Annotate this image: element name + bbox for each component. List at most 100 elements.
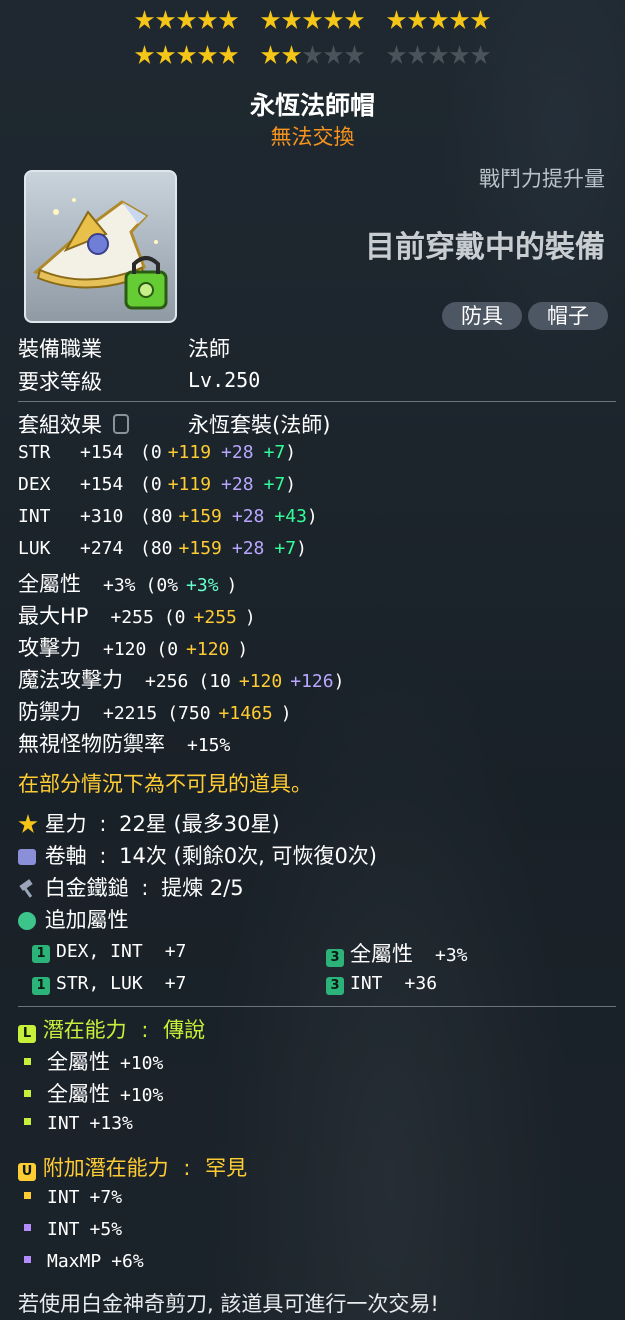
star-force-star-icon [197, 45, 218, 64]
separator: : [183, 1156, 191, 1180]
stat-total: +310 [80, 506, 124, 527]
bonus-stat-value: +7 [164, 973, 187, 994]
stat-base: (0 [140, 474, 162, 495]
requirement-job-value: 法師 [188, 337, 230, 361]
stat-row: 最大HP +255 (0 +255) [18, 600, 256, 630]
stat-total: +120 [103, 639, 147, 660]
star-group [260, 45, 365, 75]
separator: : [99, 812, 107, 836]
stat-base: (0 [163, 607, 186, 628]
stat-row: 攻擊力 +120 (0 +120) [18, 632, 248, 662]
stat-name: 魔法攻擊力 [18, 668, 123, 692]
potential-value: +10% [120, 1085, 164, 1106]
bonus-stat-name: STR, LUK [56, 973, 143, 994]
potential-value: +5% [89, 1219, 123, 1240]
star-force-star-icon [344, 10, 365, 29]
stat-row: 無視怪物防禦率 +15% [18, 728, 248, 758]
star-force-row-1 [0, 10, 625, 40]
bullet-icon [24, 1256, 31, 1263]
divider [18, 401, 616, 402]
stat-base: (80 [140, 506, 173, 527]
stat-base: (750 [167, 703, 211, 724]
stat-extra: +255 [193, 607, 237, 628]
potential-stat: INT [47, 1187, 80, 1208]
potential-line: INT +7% [24, 1184, 122, 1208]
bullet-icon [24, 1224, 31, 1231]
potential-stat: 全屬性 [47, 1050, 110, 1074]
set-effect-value: 永恆套裝(法師) [188, 413, 331, 437]
stat-row: 全屬性 +3% (0% +3%) [18, 568, 237, 598]
star-force-star-icon [176, 45, 197, 64]
stat-name: STR [18, 442, 51, 463]
legendary-badge-icon: L [18, 1025, 36, 1043]
scroll-label: 卷軸 [44, 844, 87, 868]
star-group [134, 45, 239, 75]
star-force-info: 星力 : 22星 (最多30星) [18, 808, 280, 838]
currently-equipped-label: 目前穿戴中的裝備 [365, 230, 605, 265]
potential-header: L 潛在能力 : 傳說 [18, 1014, 205, 1044]
stat-close: ) [237, 639, 249, 660]
stat-extra: +120 [186, 639, 230, 660]
stat-total: +2215 [103, 703, 158, 724]
stat-base: (10 [198, 671, 231, 692]
item-icon-frame [24, 170, 177, 323]
item-name: 永恆法師帽 [249, 91, 375, 120]
star-force-star-icon [302, 45, 323, 64]
footer-trade-note: 若使用白金神奇剪刀, 該道具可進行一次交易! [18, 1292, 439, 1316]
star-force-star-icon [470, 45, 491, 64]
star-force-star-icon [344, 45, 365, 64]
stat-total: +3% [103, 575, 136, 596]
tier-badge-icon: 1 [32, 945, 50, 963]
stat-extra: +3% [186, 575, 219, 596]
potential-line: 全屬性 +10% [24, 1046, 163, 1076]
stat-bonus-flame: +7 [263, 474, 286, 495]
star-force-star-icon [134, 45, 155, 64]
stat-row: DEX +154 (0 +119 +28 +7) [18, 474, 296, 495]
tag-hat: 帽子 [528, 302, 608, 330]
star-group [386, 10, 491, 40]
stat-bonus-base: +159 [178, 506, 222, 527]
requirement-level-label: 要求等級 [18, 370, 102, 394]
stat-bonus-flame: +7 [263, 442, 286, 463]
bullet-icon [24, 1058, 31, 1065]
potential-grade: 傳說 [163, 1018, 206, 1042]
scroll-info: 卷軸 : 14次 (剩餘0次, 可恢復0次) [18, 840, 377, 870]
potential-line: INT +5% [24, 1216, 122, 1240]
additional-potential-label: 附加潛在能力 [42, 1156, 169, 1180]
stat-row: 防禦力 +2215 (750 +1465) [18, 696, 292, 726]
separator: : [141, 1018, 149, 1042]
stat-close: ) [285, 474, 297, 495]
stat-name: 最大HP [18, 604, 89, 628]
tag-armor: 防具 [442, 302, 522, 330]
star-force-star-icon [386, 45, 407, 64]
stat-close: ) [306, 506, 318, 527]
star-force-star-icon [218, 10, 239, 29]
star-force-star-icon [407, 45, 428, 64]
star-force-star-icon [260, 45, 281, 64]
stat-bonus-star: +28 [231, 538, 265, 559]
star-force-row-2 [0, 45, 625, 75]
stat-row: 魔法攻擊力 +256 (10 +120 +126) [18, 664, 344, 694]
potential-line: MaxMP +6% [24, 1248, 144, 1272]
leaf-icon [18, 912, 36, 930]
stat-bonus-star: +28 [221, 442, 254, 463]
star-force-star-icon [155, 45, 176, 64]
requirement-job-label: 裝備職業 [18, 337, 102, 361]
stat-base: (0% [145, 575, 179, 596]
bonus-stat-value: +36 [404, 973, 438, 994]
stat-total: +256 [145, 671, 189, 692]
bonus-stat-row: 1 DEX, INT +7 [32, 938, 186, 963]
stat-close: ) [285, 442, 297, 463]
stat-extra: +1465 [218, 703, 273, 724]
star-force-star-icon [197, 10, 218, 29]
star-force-star-icon [449, 45, 470, 64]
hammer-label: 白金鐵鎚 [44, 876, 129, 900]
separator: : [99, 844, 107, 868]
star-force-star-icon [155, 10, 176, 29]
stat-total: +274 [80, 538, 124, 559]
requirement-level-value: Lv.250 [188, 368, 261, 392]
star-force-star-icon [260, 10, 281, 29]
potential-value: +7% [89, 1187, 123, 1208]
star-force-star-icon [323, 10, 344, 29]
hammer-icon [18, 879, 36, 898]
